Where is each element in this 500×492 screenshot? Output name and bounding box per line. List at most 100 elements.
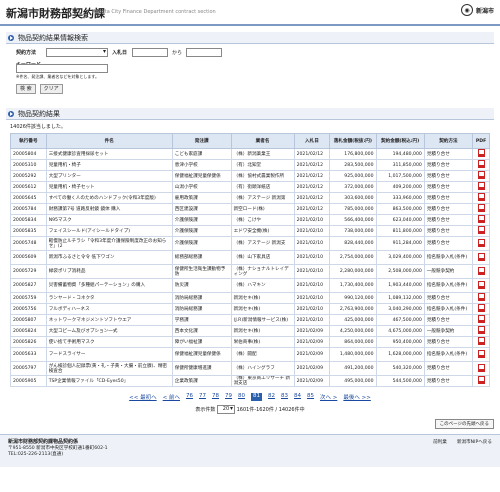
pdf-link[interactable] [472, 375, 490, 387]
pdf-link[interactable] [472, 170, 490, 182]
pager-page-link[interactable]: 84 [294, 393, 301, 401]
pager-next-link[interactable]: 次へ > [320, 393, 337, 401]
column-header: 契約方法 [423, 133, 474, 149]
pdf-icon[interactable] [477, 182, 485, 190]
pdf-icon[interactable] [477, 149, 485, 157]
pager-page-link[interactable]: 82 [268, 393, 275, 401]
pdf-icon[interactable] [477, 171, 485, 179]
table-cell: 333,960,000 [375, 192, 425, 204]
date-to-input[interactable] [186, 48, 223, 57]
pdf-icon[interactable] [477, 376, 485, 384]
item-name-link[interactable]: フードスライサー [45, 347, 173, 362]
pdf-icon[interactable] [477, 349, 485, 358]
footer-link-home[interactable]: 新潟市NIPへ戻る [457, 439, 492, 445]
pdf-link[interactable] [472, 192, 490, 204]
pdf-icon[interactable] [477, 252, 485, 261]
pdf-icon[interactable] [477, 160, 485, 168]
city-logo[interactable]: ◉ 新潟市 [460, 4, 494, 16]
pdf-link[interactable] [472, 181, 490, 193]
pdf-link[interactable] [472, 148, 490, 160]
pager-page-link[interactable]: 80 [238, 393, 245, 401]
pdf-link[interactable] [472, 278, 490, 293]
page-top-button[interactable]: このページの先頭へ戻る [434, 419, 494, 429]
date-from-input[interactable] [132, 48, 168, 57]
pdf-icon[interactable] [477, 226, 485, 234]
pdf-icon[interactable] [477, 215, 485, 223]
pdf-link[interactable] [472, 325, 490, 337]
pdf-icon[interactable] [477, 238, 485, 247]
table-cell: 491,200,000 [329, 361, 377, 376]
contract-method-select[interactable] [46, 48, 108, 57]
pdf-link[interactable] [472, 250, 490, 265]
pdf-icon[interactable] [477, 363, 485, 372]
item-name-link[interactable]: ネットワークマネジメントソフトウエア [45, 314, 173, 326]
clear-button[interactable]: クリア [39, 84, 63, 94]
item-name-link[interactable]: 災害備蓄物資「多種組パーテーション」の購入 [45, 278, 173, 293]
table-row: 20005609 新潟市ふるさと令令 低下ワゴン 総務部総務課 （株）山下家具店 202… [10, 250, 490, 265]
pager-prev-link[interactable]: < 前へ [163, 393, 180, 401]
item-name-link[interactable]: 使い捨て手術用マスク [45, 336, 173, 348]
pdf-icon[interactable] [477, 280, 485, 289]
table-cell: 990,120,000 [329, 292, 377, 304]
pdf-icon[interactable] [477, 293, 485, 301]
pdf-icon[interactable] [477, 304, 485, 312]
pager-page-link[interactable]: 79 [225, 393, 232, 401]
pdf-icon[interactable] [477, 193, 485, 201]
table-cell: 保健所生活衛生課動物予防 [171, 264, 232, 279]
item-name-link[interactable]: 新潟市ふるさと令令 低下ワゴン [45, 250, 173, 265]
item-name-link[interactable]: すべての働く人のためのハンドブック(令和3年度版) [45, 192, 173, 204]
item-name-link[interactable]: 軽慢防止ルチラシ「令和3年度介護保険制度改正のお知らせ」(2 [45, 236, 173, 251]
pdf-link[interactable] [472, 203, 490, 215]
item-name-link[interactable]: ランヤード・コネクタ [45, 292, 173, 304]
item-name-link[interactable]: N95マスク [45, 214, 173, 226]
item-name-link[interactable]: 緑袋ポリブ消耗品 [45, 264, 173, 279]
pdf-icon[interactable] [477, 204, 485, 212]
item-name-link[interactable]: がん検診個人記録票(黄・礼・子黄・大腸・前立腺)、精密検査合 [45, 361, 173, 376]
pager-page-link[interactable]: 85 [307, 393, 314, 401]
footer-link-1[interactable]: 前利業 [433, 439, 447, 445]
pdf-link[interactable] [472, 236, 490, 251]
table-cell: 2021/02/12 [293, 148, 331, 160]
table-cell: 20005835 [10, 225, 47, 237]
table-cell: 4,675,000,000 [375, 325, 425, 337]
item-name-link[interactable]: フルボディハーネス [45, 303, 173, 315]
pdf-icon[interactable] [477, 337, 485, 345]
table-cell: 20005759 [10, 292, 47, 304]
table-cell: 623,040,000 [375, 214, 425, 226]
pdf-icon[interactable] [477, 266, 485, 275]
pdf-icon[interactable] [477, 326, 485, 334]
pager-page-link[interactable]: 77 [199, 393, 206, 401]
pager-page-link[interactable]: 81 [251, 393, 262, 401]
pdf-icon[interactable] [477, 315, 485, 323]
pdf-link[interactable] [472, 361, 490, 376]
pager-first-link[interactable]: << 最初へ [129, 393, 156, 401]
pager-last-link[interactable]: 最後へ >> [343, 393, 370, 401]
item-name-link[interactable]: 大型コピーム及びオプション一式 [45, 325, 173, 337]
item-name-link[interactable]: 児童用机・椅子 [45, 159, 173, 171]
keyword-input[interactable] [16, 64, 108, 73]
pdf-link[interactable] [472, 303, 490, 315]
pdf-link[interactable] [472, 347, 490, 362]
pdf-link[interactable] [472, 336, 490, 348]
search-button[interactable]: 検 索 [16, 84, 36, 94]
pdf-link[interactable] [472, 314, 490, 326]
item-name-link[interactable]: 児童用机・椅子セット [45, 181, 173, 193]
table-header-row: 執行番号 件名 発注課 業者名 入札日 落札金額(税抜:円) 契約金額(税込:円) 契約方法 P… [10, 133, 490, 149]
page-size-select[interactable]: 20 [216, 405, 235, 414]
item-name-link[interactable]: 三接式健康診査用採尿セット [45, 148, 173, 160]
date-separator: から [172, 50, 183, 56]
pager-page-link[interactable]: 83 [281, 393, 288, 401]
item-name-link[interactable]: 財務課第7号 道路反射鏡 鏡体 購入 [45, 203, 173, 215]
pdf-link[interactable] [472, 159, 490, 171]
pager-page-link[interactable]: 76 [186, 393, 193, 401]
item-name-link[interactable]: 大型プリンター [45, 170, 173, 182]
table-cell: 372,000,000 [329, 181, 377, 193]
pager-page-link[interactable]: 78 [212, 393, 219, 401]
pdf-link[interactable] [472, 214, 490, 226]
item-name-link[interactable]: フェイスシールド(アイシールドタイプ) [45, 225, 173, 237]
pdf-link[interactable] [472, 292, 490, 304]
pdf-link[interactable] [472, 264, 490, 279]
pdf-link[interactable] [472, 225, 490, 237]
table-cell: 見積り合せ [423, 236, 474, 251]
item-name-link[interactable]: TSP企業情報ファイル「CD-Eyes50」 [45, 375, 173, 387]
